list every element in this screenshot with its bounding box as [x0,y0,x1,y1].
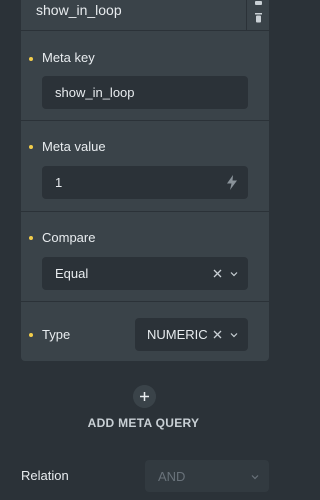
meta-query-item-title: show_in_loop [36,2,122,18]
setting-indicator-dot [29,57,33,61]
type-label: Type [42,327,71,342]
relation-label: Relation [21,468,69,483]
chevron-down-icon[interactable] [251,474,259,480]
type-section: Type NUMERIC [21,302,269,361]
trash-icon[interactable] [253,13,264,23]
type-selected-value: NUMERIC [147,327,208,342]
setting-indicator-dot [29,145,33,149]
compare-label: Compare [42,230,96,245]
meta-query-item-header[interactable]: show_in_loop [21,0,269,31]
meta-value-value: 1 [55,175,63,190]
chevron-down-icon[interactable] [230,271,238,277]
meta-value-input[interactable]: 1 [42,166,248,199]
meta-key-value: show_in_loop [55,85,135,100]
clear-icon[interactable] [213,330,222,339]
meta-key-section: Meta key show_in_loop [21,31,269,120]
drag-icon[interactable] [253,0,264,6]
clear-icon[interactable] [213,269,222,278]
setting-indicator-dot [29,236,33,240]
relation-select[interactable]: AND [145,460,269,492]
type-select[interactable]: NUMERIC [135,318,248,351]
setting-indicator-dot [29,333,33,337]
meta-value-label: Meta value [42,139,106,154]
relation-selected-value: AND [158,469,186,484]
chevron-down-icon[interactable] [230,332,238,338]
lightning-icon[interactable] [227,175,237,190]
compare-section: Compare Equal [21,212,269,301]
meta-query-item: show_in_loop Meta key show_in_loop Meta … [21,0,269,361]
item-actions [246,0,269,31]
meta-value-section: Meta value 1 [21,121,269,211]
compare-select[interactable]: Equal [42,257,248,290]
meta-key-label: Meta key [42,50,95,65]
compare-selected-value: Equal [55,266,89,281]
plus-icon[interactable] [133,385,156,408]
meta-key-input[interactable]: show_in_loop [42,76,248,109]
add-meta-query-button[interactable]: ADD META QUERY [0,416,287,430]
